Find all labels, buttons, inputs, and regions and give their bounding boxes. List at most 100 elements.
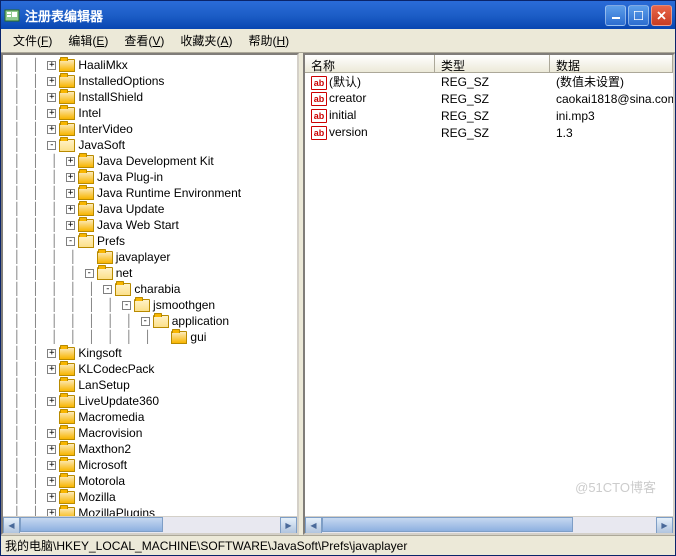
menu-edit[interactable]: 编辑(E) <box>60 29 116 52</box>
tree-node[interactable]: │ │ +LiveUpdate360 <box>7 393 297 409</box>
expand-icon[interactable]: + <box>47 93 56 102</box>
tree-node[interactable]: │ │ │ +Java Runtime Environment <box>7 185 297 201</box>
list-hscrollbar[interactable]: ◀ ▶ <box>305 516 673 533</box>
tree-label: gui <box>190 329 206 345</box>
folder-icon <box>59 427 75 440</box>
folder-icon <box>59 59 75 72</box>
collapse-icon[interactable]: - <box>47 141 56 150</box>
tree-node[interactable]: │ │ │ +Java Plug-in <box>7 169 297 185</box>
tree-node[interactable]: │ │ │ │ javaplayer <box>7 249 297 265</box>
tree-node[interactable]: │ │ Macromedia <box>7 409 297 425</box>
tree-label: LanSetup <box>78 377 129 393</box>
tree-label: Java Runtime Environment <box>97 185 241 201</box>
expand-icon[interactable]: + <box>66 157 75 166</box>
content-area: │ │ +HaaliMkx │ │ +InstalledOptions │ │ … <box>1 53 675 535</box>
col-name[interactable]: 名称 <box>305 55 435 72</box>
tree-node[interactable]: │ │ │ +Java Update <box>7 201 297 217</box>
expand-icon[interactable]: + <box>47 477 56 486</box>
folder-icon <box>97 251 113 264</box>
tree-node[interactable]: │ │ +KLCodecPack <box>7 361 297 377</box>
tree-label: InterVideo <box>78 121 133 137</box>
expand-icon[interactable]: + <box>66 221 75 230</box>
list-pane[interactable]: 名称 类型 数据 ab(默认)REG_SZ(数值未设置)abcreatorREG… <box>303 53 675 535</box>
tree-label: InstalledOptions <box>78 73 164 89</box>
close-button[interactable] <box>651 5 672 26</box>
expand-icon[interactable]: + <box>47 493 56 502</box>
scroll-right-icon[interactable]: ▶ <box>656 517 673 534</box>
tree-label: Microsoft <box>78 457 127 473</box>
collapse-icon[interactable]: - <box>85 269 94 278</box>
list-row[interactable]: ab(默认)REG_SZ(数值未设置) <box>305 73 673 90</box>
menu-favorites[interactable]: 收藏夹(A) <box>172 29 240 52</box>
collapse-icon[interactable]: - <box>103 285 112 294</box>
tree-node[interactable]: │ │ +Motorola <box>7 473 297 489</box>
expand-icon[interactable]: + <box>47 461 56 470</box>
tree-node[interactable]: │ │ │ │ -net <box>7 265 297 281</box>
tree-label: javaplayer <box>116 249 171 265</box>
folder-icon <box>59 139 75 152</box>
tree-node[interactable]: │ │ +InstalledOptions <box>7 73 297 89</box>
minimize-button[interactable] <box>605 5 626 26</box>
menu-view[interactable]: 查看(V) <box>116 29 172 52</box>
tree-node[interactable]: │ │ │ │ │ │ │ │ gui <box>7 329 297 345</box>
folder-icon <box>59 395 75 408</box>
tree-node[interactable]: │ │ │ +Java Development Kit <box>7 153 297 169</box>
list-row[interactable]: abversionREG_SZ1.3 <box>305 124 673 141</box>
expand-icon[interactable]: + <box>47 61 56 70</box>
expand-icon[interactable]: + <box>47 125 56 134</box>
tree-hscrollbar[interactable]: ◀ ▶ <box>3 516 297 533</box>
tree-node[interactable]: │ │ +Macrovision <box>7 425 297 441</box>
tree-node[interactable]: │ │ -JavaSoft <box>7 137 297 153</box>
expand-icon[interactable]: + <box>47 429 56 438</box>
tree-node[interactable]: │ │ │ │ │ │ -jsmoothgen <box>7 297 297 313</box>
tree-node[interactable]: │ │ +HaaliMkx <box>7 57 297 73</box>
tree-node[interactable]: │ │ +Kingsoft <box>7 345 297 361</box>
tree-node[interactable]: │ │ │ │ │ -charabia <box>7 281 297 297</box>
titlebar[interactable]: 注册表编辑器 <box>1 1 675 29</box>
list-row[interactable]: abinitialREG_SZini.mp3 <box>305 107 673 124</box>
expand-icon[interactable]: + <box>66 189 75 198</box>
tree-label: Java Plug-in <box>97 169 163 185</box>
expand-icon[interactable]: + <box>47 349 56 358</box>
maximize-button[interactable] <box>628 5 649 26</box>
tree-node[interactable]: │ │ │ +Java Web Start <box>7 217 297 233</box>
tree-node[interactable]: │ │ +Microsoft <box>7 457 297 473</box>
expand-icon[interactable]: + <box>47 365 56 374</box>
menu-file[interactable]: 文件(F) <box>5 29 60 52</box>
tree-node[interactable]: │ │ +Intel <box>7 105 297 121</box>
expand-icon[interactable]: + <box>47 109 56 118</box>
tree-label: Java Web Start <box>97 217 179 233</box>
tree-node[interactable]: │ │ LanSetup <box>7 377 297 393</box>
col-data[interactable]: 数据 <box>550 55 673 72</box>
scroll-left-icon[interactable]: ◀ <box>3 517 20 534</box>
scroll-right-icon[interactable]: ▶ <box>280 517 297 534</box>
tree-node[interactable]: │ │ +Maxthon2 <box>7 441 297 457</box>
tree-node[interactable]: │ │ +InterVideo <box>7 121 297 137</box>
collapse-icon[interactable]: - <box>122 301 131 310</box>
expand-icon[interactable]: + <box>66 173 75 182</box>
tree-node[interactable]: │ │ +Mozilla <box>7 489 297 505</box>
folder-icon <box>78 171 94 184</box>
folder-icon <box>78 187 94 200</box>
col-type[interactable]: 类型 <box>435 55 550 72</box>
list-row[interactable]: abcreatorREG_SZcaokai1818@sina.com <box>305 90 673 107</box>
collapse-icon[interactable]: - <box>141 317 150 326</box>
tree-node[interactable]: │ │ │ │ │ │ │ -application <box>7 313 297 329</box>
folder-icon <box>59 475 75 488</box>
string-value-icon: ab <box>311 76 327 90</box>
folder-icon <box>78 155 94 168</box>
expand-icon[interactable]: + <box>66 205 75 214</box>
scroll-left-icon[interactable]: ◀ <box>305 517 322 534</box>
expand-icon[interactable]: + <box>47 77 56 86</box>
tree-label: Mozilla <box>78 489 115 505</box>
tree-label: application <box>172 313 229 329</box>
folder-icon <box>59 379 75 392</box>
expand-icon[interactable]: + <box>47 445 56 454</box>
tree-node[interactable]: │ │ │ -Prefs <box>7 233 297 249</box>
expand-icon[interactable]: + <box>47 397 56 406</box>
tree-node[interactable]: │ │ +InstallShield <box>7 89 297 105</box>
collapse-icon[interactable]: - <box>66 237 75 246</box>
tree-label: KLCodecPack <box>78 361 154 377</box>
tree-pane[interactable]: │ │ +HaaliMkx │ │ +InstalledOptions │ │ … <box>1 53 299 535</box>
menu-help[interactable]: 帮助(H) <box>240 29 297 52</box>
